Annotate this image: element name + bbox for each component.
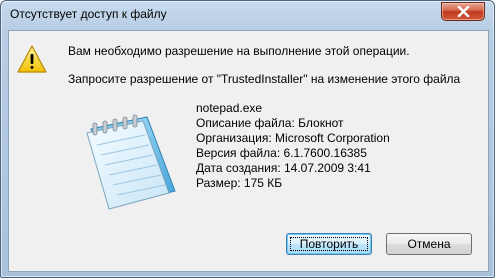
window-title: Отсутствует доступ к файлу [10,7,167,21]
notepad-icon [86,114,176,210]
file-version: Версия файла: 6.1.7600.16385 [196,146,367,160]
file-name: notepad.exe [196,101,263,115]
file-organization: Организация: Microsoft Corporation [196,131,390,145]
close-button[interactable] [441,2,485,21]
dialog-body: Вам необходимо разрешение на выполнение … [8,30,489,272]
request-permission-message: Запросите разрешение от "TrustedInstalle… [68,72,461,86]
close-icon [457,6,470,17]
warning-icon [17,45,47,73]
retry-button[interactable]: Повторить [286,233,372,255]
cancel-button[interactable]: Отмена [386,233,472,255]
file-created: Дата создания: 14.07.2009 3:41 [196,161,371,175]
file-size: Размер: 175 КБ [196,176,283,190]
dialog-window: Отсутствует доступ к файлу Вам необходим… [0,0,495,278]
retry-button-label: Повторить [299,237,359,251]
title-bar[interactable]: Отсутствует доступ к файлу [1,1,494,29]
file-description: Описание файла: Блокнот [196,116,344,130]
cancel-button-label: Отмена [407,237,451,251]
permission-message: Вам необходимо разрешение на выполнение … [68,44,410,58]
